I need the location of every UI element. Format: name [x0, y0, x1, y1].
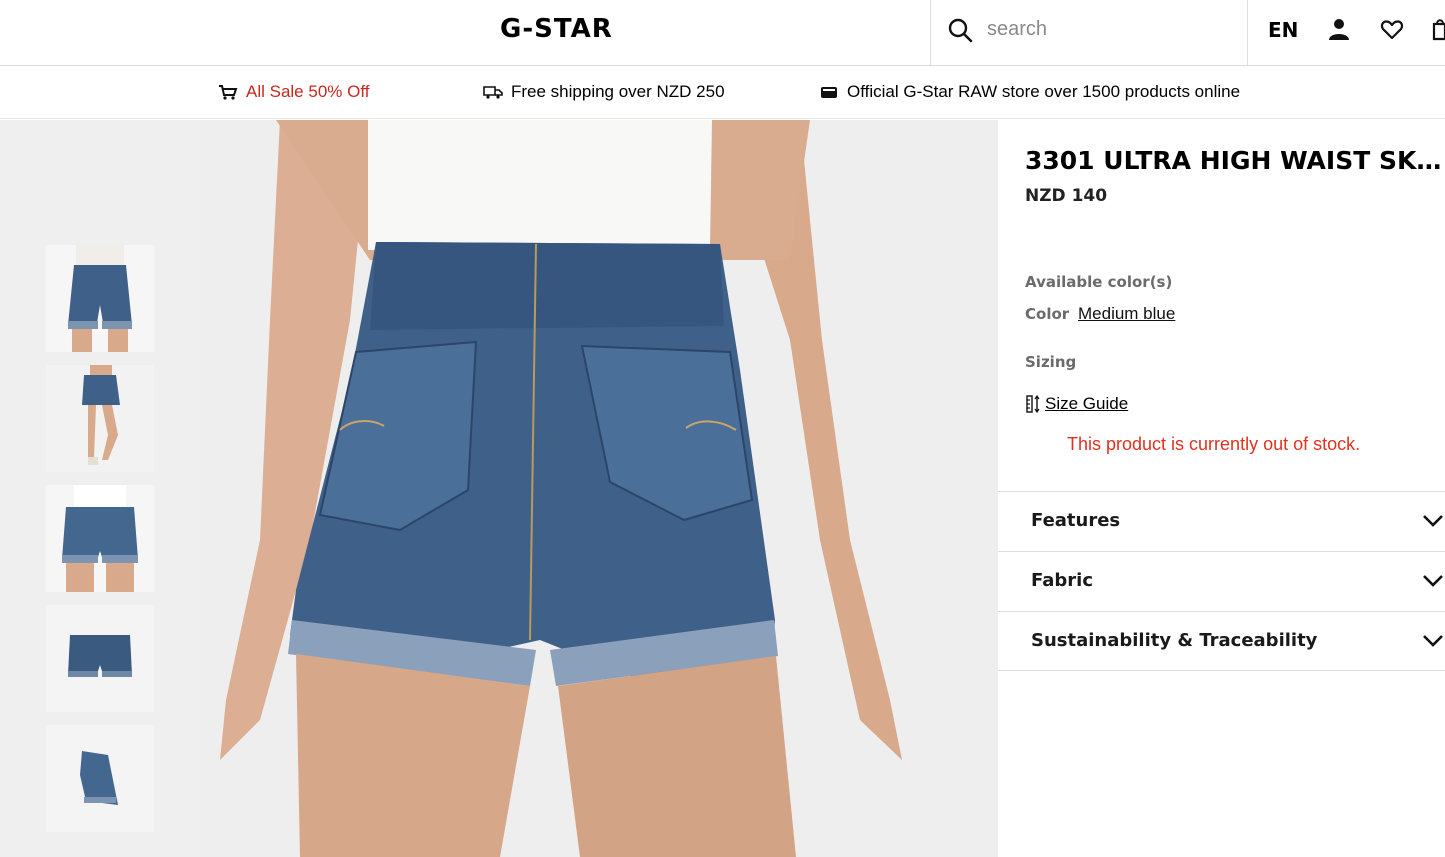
accordion-sustainability[interactable]: Sustainability & Traceability: [998, 611, 1445, 671]
thumbnail-front-image: [46, 245, 154, 352]
thumbnail-side-image: [46, 365, 154, 472]
wishlist-heart-icon[interactable]: [1380, 17, 1404, 41]
accordion-features[interactable]: Features: [998, 491, 1445, 551]
usp-bar: All Sale 50% Off Free shipping over NZD …: [0, 66, 1445, 119]
thumbnail-1[interactable]: [46, 245, 154, 352]
shopping-bag-icon[interactable]: [1432, 17, 1445, 41]
store-usp-text: Official G-Star RAW store over 1500 prod…: [847, 82, 1241, 101]
size-guide-link[interactable]: Size Guide: [1025, 394, 1128, 414]
chevron-down-icon: [1423, 515, 1443, 527]
color-label: Color: [1025, 305, 1070, 323]
color-value-link[interactable]: Medium blue: [1078, 304, 1175, 324]
chevron-down-icon: [1423, 575, 1443, 587]
store-badge-icon: [821, 87, 837, 98]
shipping-usp: Free shipping over NZD 250: [483, 82, 725, 102]
product-price: NZD 140: [1025, 186, 1108, 206]
cart-icon: [219, 85, 238, 100]
accordion-fabric[interactable]: Fabric: [998, 551, 1445, 611]
search-box[interactable]: [930, 0, 1248, 66]
size-guide-text: Size Guide: [1045, 394, 1129, 413]
product-title: 3301 ULTRA HIGH WAIST SKINNY DENIM SHORT…: [1025, 146, 1443, 175]
site-header: G-STAR EN: [0, 0, 1445, 66]
available-colors-label: Available color(s): [1025, 273, 1173, 291]
account-icon[interactable]: [1327, 17, 1351, 41]
store-usp: Official G-Star RAW store over 1500 prod…: [819, 82, 1240, 102]
thumbnail-2[interactable]: [46, 365, 154, 472]
chevron-down-icon: [1423, 635, 1443, 647]
thumbnail-back-image: [46, 485, 154, 592]
product-gallery: [0, 120, 998, 857]
accordion-fabric-label: Fabric: [1031, 570, 1093, 591]
thumbnail-3[interactable]: [46, 485, 154, 592]
product-info-panel: 3301 ULTRA HIGH WAIST SKINNY DENIM SHORT…: [998, 120, 1445, 857]
accordion-features-label: Features: [1031, 510, 1121, 531]
shipping-usp-text: Free shipping over NZD 250: [511, 82, 725, 101]
thumbnail-4[interactable]: [46, 605, 154, 712]
gstar-logo[interactable]: G-STAR: [500, 14, 613, 44]
sizing-label: Sizing: [1025, 353, 1077, 371]
thumbnail-flatlay-image: [46, 605, 154, 712]
search-input[interactable]: [987, 16, 1227, 42]
thumbnail-folded-image: [46, 725, 154, 832]
thumbnail-5[interactable]: [46, 725, 154, 832]
sale-promo-text: All Sale 50% Off: [246, 82, 370, 101]
out-of-stock-message: This product is currently out of stock.: [1067, 434, 1361, 454]
ruler-icon: [1026, 395, 1040, 413]
delivery-truck-icon: [483, 86, 503, 99]
search-icon: [948, 18, 973, 43]
main-product-image[interactable]: [200, 120, 998, 857]
accordion-sustainability-label: Sustainability & Traceability: [1031, 630, 1318, 651]
sale-promo-link[interactable]: All Sale 50% Off: [218, 82, 369, 102]
language-selector[interactable]: EN: [1268, 18, 1298, 42]
